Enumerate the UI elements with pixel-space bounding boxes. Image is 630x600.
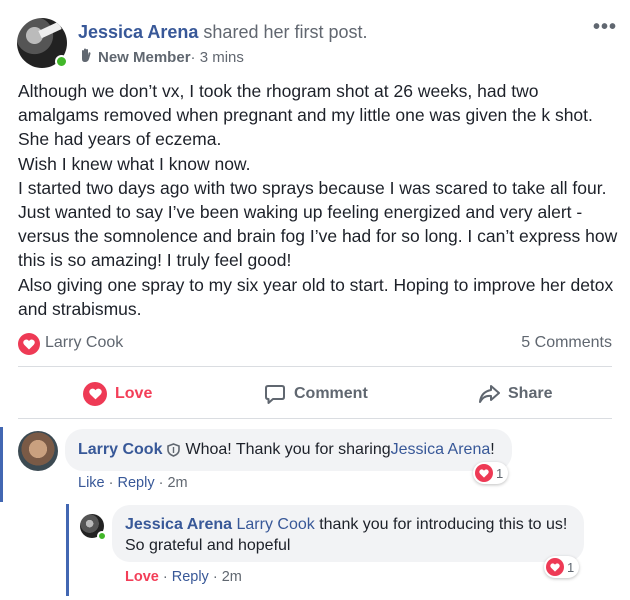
reply-reaction-badge[interactable]: 1 — [544, 556, 580, 578]
comment-icon — [264, 384, 286, 405]
share-button[interactable]: Share — [478, 378, 552, 410]
more-options-icon[interactable]: ••• — [593, 16, 617, 39]
love-icon — [83, 382, 107, 406]
online-status-icon — [97, 531, 107, 541]
comment-time[interactable]: 2m — [167, 475, 187, 491]
comment-reaction-badge[interactable]: 1 — [473, 462, 509, 484]
comment-text: Larry Cook Whoa! Thank you for sharing J… — [78, 441, 495, 459]
love-reaction-icon — [475, 464, 493, 482]
author-name-link[interactable]: Jessica Arena — [78, 22, 198, 42]
reply-link[interactable]: Reply — [172, 569, 209, 585]
reply-author-link[interactable]: Jessica Arena — [125, 516, 232, 533]
share-button-label: Share — [508, 385, 553, 402]
post-paragraph: I started two days ago with two sprays b… — [18, 177, 618, 271]
comment-button[interactable]: Comment — [264, 378, 368, 410]
love-button-label: Love — [115, 385, 153, 402]
like-link[interactable]: Like — [78, 475, 105, 491]
comment-button-label: Comment — [294, 385, 368, 402]
comment-actions: Like · Reply · 2m — [78, 475, 188, 491]
comment-body: Whoa! Thank you for sharing — [185, 441, 391, 458]
mention-link[interactable]: Jessica Arena — [391, 441, 491, 459]
member-badge: New Member — [98, 48, 191, 66]
post-paragraph: Also giving one spray to my six year old… — [18, 274, 614, 319]
love-reaction-icon — [546, 558, 564, 576]
post-card: Jessica Arena shared her first post. New… — [0, 0, 630, 600]
comment-body-end: ! — [490, 441, 495, 458]
waving-hand-icon — [78, 47, 94, 67]
thread-indicator — [0, 427, 3, 502]
post-paragraph: Although we don’t vx, I took the rhogram… — [18, 81, 593, 150]
post-time[interactable]: · 3 mins — [191, 49, 244, 66]
reply-link[interactable]: Reply — [118, 475, 155, 491]
reply-thread-indicator — [66, 504, 69, 596]
love-link[interactable]: Love — [125, 569, 159, 585]
comment-author-link[interactable]: Larry Cook — [78, 441, 162, 459]
reactor-name[interactable]: Larry Cook — [45, 334, 123, 352]
commenter-avatar[interactable] — [18, 431, 58, 471]
reply-time[interactable]: 2m — [222, 569, 242, 585]
divider — [18, 366, 612, 367]
post-meta: New Member · 3 mins — [78, 47, 244, 67]
post-body: Although we don’t vx, I took the rhogram… — [18, 79, 618, 321]
mention-link[interactable]: Larry Cook — [237, 516, 315, 533]
love-reaction-icon[interactable] — [18, 333, 40, 355]
online-status-icon — [55, 55, 68, 68]
post-action-text: shared her first post. — [198, 22, 368, 42]
love-button[interactable]: Love — [83, 378, 152, 410]
divider — [18, 418, 612, 419]
share-icon — [478, 384, 500, 404]
post-paragraph: Wish I knew what I know now. — [18, 153, 251, 174]
admin-shield-icon — [167, 443, 181, 457]
comments-count-link[interactable]: 5 Comments — [521, 334, 612, 352]
reaction-count: 1 — [496, 465, 504, 481]
reaction-summary: Larry Cook 5 Comments — [18, 332, 612, 356]
reaction-count: 1 — [567, 559, 575, 575]
reply-text: Jessica Arena Larry Cook thank you for i… — [125, 515, 575, 556]
post-header: Jessica Arena shared her first post. — [78, 22, 368, 43]
reply-actions: Love · Reply · 2m — [125, 569, 242, 585]
